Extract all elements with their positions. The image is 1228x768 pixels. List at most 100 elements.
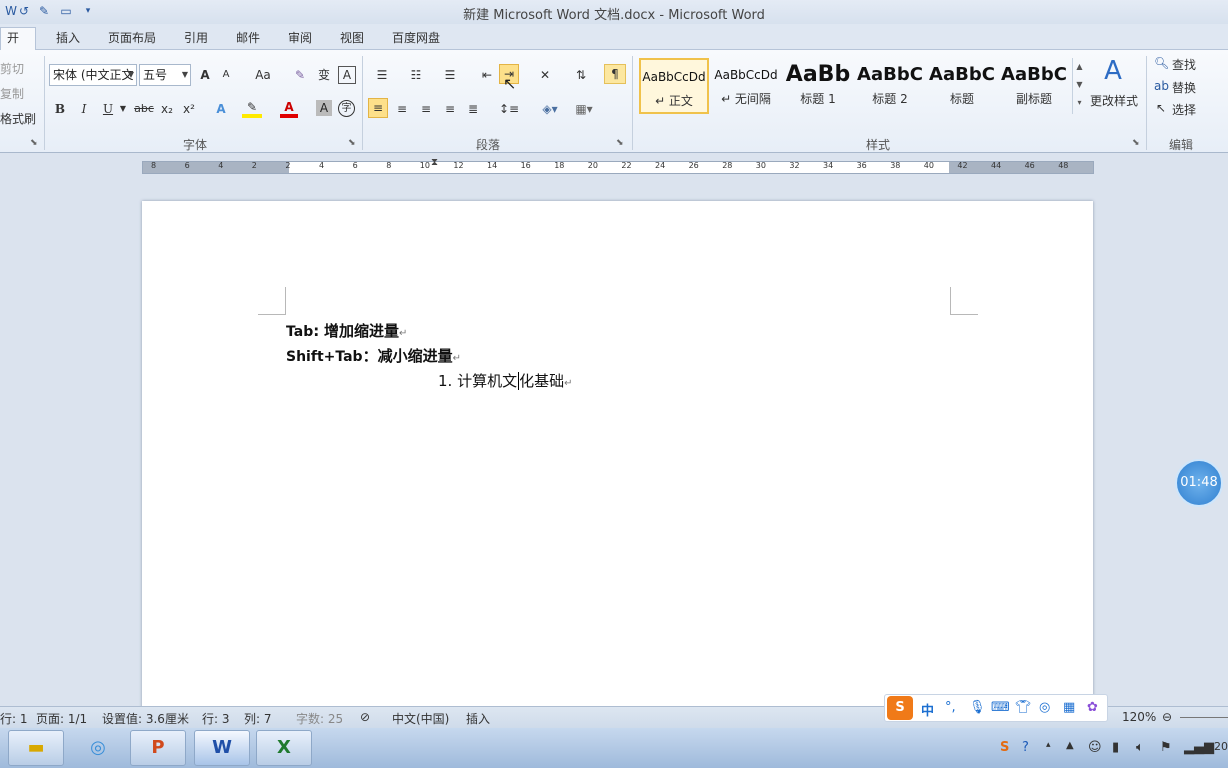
borders-icon[interactable]: ▦▾ bbox=[570, 98, 598, 120]
change-case-button[interactable]: Aa bbox=[250, 64, 276, 86]
indent-marker-icon[interactable]: ⧗ bbox=[431, 157, 438, 168]
device-icon[interactable]: ▮ bbox=[1112, 740, 1119, 755]
font-color-button[interactable]: A bbox=[280, 98, 298, 118]
tab-references[interactable]: 引用 bbox=[178, 28, 214, 50]
shrink-font-button[interactable]: A bbox=[218, 64, 234, 86]
clock[interactable]: 20 bbox=[1214, 740, 1228, 753]
bold-button[interactable]: B bbox=[52, 98, 68, 120]
zoom-out-icon[interactable]: ⊖ bbox=[1162, 710, 1172, 724]
align-left-icon[interactable]: ≡ bbox=[368, 98, 388, 118]
status-row[interactable]: 行: 1 bbox=[0, 710, 28, 727]
text-effect-button[interactable]: A bbox=[212, 98, 230, 120]
style-subtitle[interactable]: AaBbC 副标题 bbox=[999, 58, 1069, 114]
network-icon[interactable]: ▂▄▆ bbox=[1184, 740, 1214, 755]
browser-icon[interactable]: ◎ bbox=[70, 730, 126, 766]
find-button[interactable]: 查找 bbox=[1172, 56, 1196, 73]
assistant-icon[interactable]: ✿ bbox=[1087, 700, 1098, 715]
status-column[interactable]: 列: 7 bbox=[244, 710, 272, 727]
tab-page-layout[interactable]: 页面布局 bbox=[102, 28, 162, 50]
tray-expand-icon[interactable]: ▴ bbox=[1046, 740, 1051, 750]
change-styles-icon[interactable]: A bbox=[1098, 56, 1128, 86]
file-explorer-icon[interactable]: ▬ bbox=[8, 730, 64, 766]
style-normal[interactable]: AaBbCcDd ↵ 正文 bbox=[639, 58, 709, 114]
status-insert-mode[interactable]: 插入 bbox=[466, 710, 490, 727]
char-border-icon[interactable]: A bbox=[338, 66, 356, 84]
status-page[interactable]: 页面: 1/1 bbox=[36, 710, 87, 727]
clear-format-icon[interactable]: ✎ bbox=[290, 64, 310, 86]
zoom-slider[interactable] bbox=[1180, 717, 1228, 718]
highlight-button[interactable]: ✎ bbox=[242, 98, 262, 118]
powerpoint-icon[interactable]: P bbox=[130, 730, 186, 766]
status-language[interactable]: 中文(中国) bbox=[392, 710, 449, 727]
volume-icon[interactable]: 🔈︎ bbox=[1136, 740, 1144, 755]
cut-button[interactable]: 剪切 bbox=[0, 60, 24, 77]
microphone-icon[interactable]: 🎙︎ bbox=[969, 700, 986, 715]
recording-timer[interactable]: 01:48 bbox=[1175, 459, 1223, 507]
sogou-tray-icon[interactable]: S bbox=[1000, 740, 1009, 755]
italic-button[interactable]: I bbox=[76, 98, 92, 120]
enclose-char-button[interactable]: 字 bbox=[338, 100, 355, 117]
subscript-button[interactable]: x₂ bbox=[158, 98, 176, 120]
distributed-icon[interactable]: ≣ bbox=[463, 98, 483, 120]
font-launcher-icon[interactable]: ⬊ bbox=[348, 138, 356, 148]
copy-button[interactable]: 复制 bbox=[0, 85, 24, 102]
game-icon[interactable]: ◎ bbox=[1039, 700, 1050, 715]
bullets-icon[interactable]: ☰ bbox=[370, 64, 394, 86]
styles-launcher-icon[interactable]: ⬊ bbox=[1132, 138, 1140, 148]
tab-review[interactable]: 审阅 bbox=[282, 28, 318, 50]
skin-icon[interactable]: 👕︎ bbox=[1015, 700, 1032, 715]
superscript-button[interactable]: x² bbox=[180, 98, 198, 120]
proofing-icon[interactable]: ⊘ bbox=[360, 710, 370, 724]
document-line-1[interactable]: Tab: 增加缩进量↵ bbox=[286, 320, 407, 341]
zoom-level[interactable]: 120% bbox=[1122, 710, 1156, 724]
strikethrough-button[interactable]: abc bbox=[133, 98, 155, 120]
horizontal-ruler[interactable]: 8 6 4 2 2 4 6 8 10 12 14 16 18 20 22 24 26 28 30 32 34 36 38 40… bbox=[142, 161, 1094, 174]
align-center-icon[interactable]: ≡ bbox=[392, 98, 412, 120]
paragraph-launcher-icon[interactable]: ⬊ bbox=[616, 138, 624, 148]
tab-view[interactable]: 视图 bbox=[334, 28, 370, 50]
status-line[interactable]: 行: 3 bbox=[202, 710, 230, 727]
phonetic-guide-icon[interactable]: 变 bbox=[314, 64, 334, 86]
flag-icon[interactable]: ⚑ bbox=[1160, 740, 1172, 755]
show-marks-icon[interactable]: ¶ bbox=[604, 64, 626, 84]
align-right-icon[interactable]: ≡ bbox=[416, 98, 436, 120]
line-spacing-icon[interactable]: ↕≡ bbox=[496, 98, 522, 120]
document-line-2[interactable]: Shift+Tab：减小缩进量↵ bbox=[286, 345, 461, 366]
keyboard-icon[interactable]: ⌨ bbox=[991, 700, 1010, 715]
chevron-down-icon[interactable]: ▼ bbox=[119, 98, 127, 120]
decrease-indent-icon[interactable]: ⇤ bbox=[476, 64, 498, 86]
qq-icon[interactable]: ☺ bbox=[1088, 740, 1102, 755]
shading-icon[interactable]: ◈▾ bbox=[536, 98, 564, 120]
chevron-up-icon[interactable]: ▲ bbox=[1066, 740, 1074, 751]
list-item[interactable]: 1. 计算机文 化基础↵ bbox=[438, 370, 573, 391]
numbering-icon[interactable]: ☷ bbox=[404, 64, 428, 86]
font-size-combo[interactable]: 五号 ▼ bbox=[139, 64, 191, 86]
chinese-mode-icon[interactable]: 中 bbox=[921, 700, 934, 719]
style-heading-2[interactable]: AaBbC 标题 2 bbox=[855, 58, 925, 114]
style-no-spacing[interactable]: AaBbCcDd ↵ 无间隔 bbox=[711, 58, 781, 114]
toolbox-icon[interactable]: ▦ bbox=[1063, 700, 1075, 715]
format-painter-button[interactable]: 格式刷 bbox=[0, 110, 36, 127]
change-styles-button[interactable]: 更改样式 bbox=[1090, 92, 1138, 109]
chinese-layout-icon[interactable]: ✕ bbox=[532, 64, 558, 86]
style-heading-1[interactable]: AaBb 标题 1 bbox=[783, 58, 853, 114]
replace-button[interactable]: 替换 bbox=[1172, 79, 1196, 96]
tab-mailings[interactable]: 邮件 bbox=[230, 28, 266, 50]
excel-icon[interactable]: X bbox=[256, 730, 312, 766]
font-name-combo[interactable]: 宋体 (中文正文 ▼ bbox=[49, 64, 137, 86]
sort-icon[interactable]: ⇅ bbox=[570, 64, 592, 86]
grow-font-button[interactable]: A bbox=[196, 64, 214, 86]
tab-baidu-netdisk[interactable]: 百度网盘 bbox=[386, 28, 446, 50]
multilevel-list-icon[interactable]: ☰ bbox=[438, 64, 462, 86]
status-word-count[interactable]: 字数: 25 bbox=[296, 710, 343, 727]
word-taskbar-icon[interactable]: W bbox=[194, 730, 250, 766]
status-setting[interactable]: 设置值: 3.6厘米 bbox=[102, 710, 189, 727]
style-title[interactable]: AaBbC 标题 bbox=[927, 58, 997, 114]
tab-home[interactable]: 开始 bbox=[0, 27, 36, 65]
underline-button[interactable]: U bbox=[100, 98, 116, 120]
clipboard-launcher-icon[interactable]: ⬊ bbox=[30, 138, 38, 148]
justify-icon[interactable]: ≡ bbox=[440, 98, 460, 120]
help-icon[interactable]: ? bbox=[1022, 740, 1029, 755]
char-shading-button[interactable]: A bbox=[316, 100, 332, 116]
punctuation-icon[interactable]: °, bbox=[945, 700, 956, 715]
